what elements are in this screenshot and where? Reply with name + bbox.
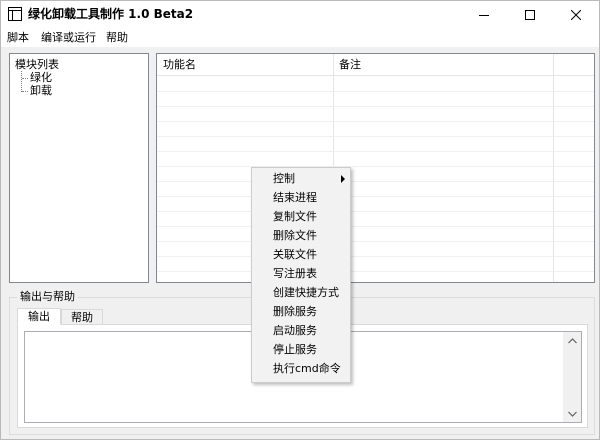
context-menu: 控制 结束进程 复制文件 删除文件 关联文件 写注册表 创建快捷方式 删除服务 … xyxy=(251,167,351,383)
grid-row-line xyxy=(157,181,594,182)
scroll-up-button[interactable] xyxy=(563,332,581,349)
grid-row-line xyxy=(157,166,594,167)
chevron-down-icon xyxy=(567,411,577,417)
context-menu-item-associate-file[interactable]: 关联文件 xyxy=(253,245,350,264)
grid-row-line xyxy=(157,196,594,197)
context-menu-item-delete-file[interactable]: 删除文件 xyxy=(253,226,350,245)
window-title: 绿化卸载工具制作 1.0 Beta2 xyxy=(28,7,194,21)
grid-row-line xyxy=(157,226,594,227)
context-menu-item-run-cmd[interactable]: 执行cmd命令 xyxy=(253,359,350,378)
tree-root[interactable]: 模块列表 xyxy=(15,58,59,71)
window-icon xyxy=(8,7,22,21)
maximize-icon xyxy=(525,10,535,20)
tree-item-greenify[interactable]: 绿化 xyxy=(30,71,52,84)
close-button[interactable] xyxy=(553,1,599,29)
grid-row-line xyxy=(157,271,594,272)
submenu-arrow-icon xyxy=(341,175,345,183)
context-menu-label: 控制 xyxy=(273,172,295,185)
column-header-function-name[interactable]: 功能名 xyxy=(157,54,196,76)
tab-output[interactable]: 输出 xyxy=(17,308,61,325)
module-tree[interactable]: 模块列表 绿化 卸载 xyxy=(9,53,149,283)
grid-row-line xyxy=(157,91,594,92)
context-menu-item-write-registry[interactable]: 写注册表 xyxy=(253,264,350,283)
grid-row-line xyxy=(157,121,594,122)
title-bar[interactable]: 绿化卸载工具制作 1.0 Beta2 xyxy=(1,1,599,29)
grid-row-line xyxy=(157,136,594,137)
context-menu-item-end-process[interactable]: 结束进程 xyxy=(253,188,350,207)
app-window: 绿化卸载工具制作 1.0 Beta2 脚本 编译或运行 帮助 模块列表 绿化 卸… xyxy=(0,0,600,440)
maximize-button[interactable] xyxy=(507,1,553,29)
minimize-button[interactable] xyxy=(461,1,507,29)
chevron-up-icon xyxy=(567,337,577,343)
group-label: 输出与帮助 xyxy=(17,290,78,304)
context-menu-item-stop-service[interactable]: 停止服务 xyxy=(253,340,350,359)
grid-row-line xyxy=(157,211,594,212)
grid-row-line xyxy=(157,241,594,242)
tree-connector xyxy=(22,78,28,79)
context-menu-item-control[interactable]: 控制 xyxy=(253,169,350,188)
column-header-remark[interactable]: 备注 xyxy=(333,54,361,76)
context-menu-item-copy-file[interactable]: 复制文件 xyxy=(253,207,350,226)
menu-compile-run[interactable]: 编译或运行 xyxy=(41,31,96,45)
grid-header: 功能名 备注 xyxy=(157,54,594,76)
column-separator xyxy=(553,54,554,282)
vertical-scrollbar[interactable] xyxy=(563,332,581,422)
context-menu-item-delete-service[interactable]: 删除服务 xyxy=(253,302,350,321)
minimize-icon xyxy=(479,15,489,16)
tree-connector xyxy=(21,71,22,92)
close-icon xyxy=(571,10,581,20)
menu-help[interactable]: 帮助 xyxy=(106,31,128,45)
function-grid[interactable]: 功能名 备注 xyxy=(156,53,595,283)
context-menu-item-start-service[interactable]: 启动服务 xyxy=(253,321,350,340)
tree-connector xyxy=(22,91,28,92)
grid-row-line xyxy=(157,106,594,107)
context-menu-item-create-shortcut[interactable]: 创建快捷方式 xyxy=(253,283,350,302)
grid-row-line xyxy=(157,256,594,257)
menu-script[interactable]: 脚本 xyxy=(7,31,29,45)
tree-item-uninstall[interactable]: 卸载 xyxy=(30,84,52,97)
scroll-down-button[interactable] xyxy=(563,405,581,422)
menu-bar: 脚本 编译或运行 帮助 xyxy=(1,29,599,47)
grid-row-line xyxy=(157,151,594,152)
